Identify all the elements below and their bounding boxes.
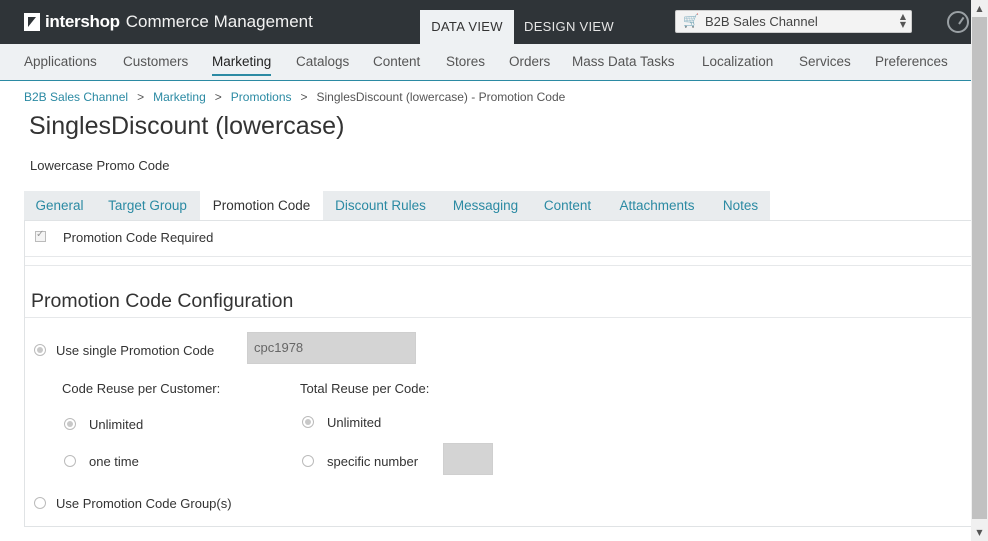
single-code-input[interactable]: cpc1978 <box>247 332 416 364</box>
vertical-scrollbar[interactable]: ▲ ▼ <box>971 0 988 541</box>
tab-design-view[interactable]: DESIGN VIEW <box>514 10 624 44</box>
single-code-label: Use single Promotion Code <box>56 343 215 358</box>
nav-item-mass-data-tasks[interactable]: Mass Data Tasks <box>572 44 675 80</box>
tab-notes[interactable]: Notes <box>712 191 769 221</box>
tab-promotion-code[interactable]: Promotion Code <box>200 191 323 222</box>
customer-one-time-label: one time <box>89 454 139 469</box>
divider <box>25 256 971 257</box>
nav-item-services[interactable]: Services <box>799 44 851 80</box>
total-specific-number-radio[interactable] <box>302 455 314 467</box>
tab-content[interactable]: Content <box>533 191 602 221</box>
nav-item-marketing[interactable]: Marketing <box>212 44 272 80</box>
nav-item-localization[interactable]: Localization <box>702 44 773 80</box>
app-logo[interactable]: intershop Commerce Management <box>24 12 313 32</box>
nav-divider <box>0 80 971 81</box>
breadcrumb-marketing[interactable]: Marketing <box>153 90 206 104</box>
intershop-logo-icon <box>24 13 40 31</box>
breadcrumb: B2B Sales Channel > Marketing > Promotions > S… <box>24 90 565 104</box>
breadcrumb-promotions[interactable]: Promotions <box>231 90 292 104</box>
scroll-up-arrow-icon[interactable]: ▲ <box>971 0 988 17</box>
single-code-radio[interactable] <box>34 344 46 356</box>
nav-item-stores[interactable]: Stores <box>446 44 485 80</box>
breadcrumb-current: SinglesDiscount (lowercase) - Promotion … <box>316 90 566 104</box>
nav-item-orders[interactable]: Orders <box>509 44 550 80</box>
section-title: Promotion Code Configuration <box>31 290 294 312</box>
total-unlimited-radio[interactable] <box>302 416 314 428</box>
promotion-code-required-checkbox[interactable] <box>35 229 46 242</box>
cart-icon: 🛒 <box>683 14 700 29</box>
tab-data-view[interactable]: DATA VIEW <box>420 10 514 44</box>
scrollbar-thumb[interactable] <box>972 17 987 519</box>
promotion-code-required-label: Promotion Code Required <box>63 230 214 245</box>
customer-unlimited-radio[interactable] <box>64 418 76 430</box>
page-subtitle: Lowercase Promo Code <box>30 158 170 173</box>
nav-item-preferences[interactable]: Preferences <box>875 44 948 80</box>
specific-number-input[interactable] <box>443 443 493 475</box>
detail-tabs: General Target Group Promotion Code Disc… <box>24 191 770 222</box>
nav-item-catalogs[interactable]: Catalogs <box>296 44 349 80</box>
channel-select[interactable]: 🛒 B2B Sales Channel ▲ ▼ <box>675 10 912 33</box>
divider <box>25 265 971 266</box>
select-arrows-icon: ▲ ▼ <box>899 12 906 29</box>
breadcrumb-separator: > <box>137 90 145 104</box>
code-group-radio[interactable] <box>34 497 46 509</box>
breadcrumb-separator: > <box>214 90 222 104</box>
tab-attachments[interactable]: Attachments <box>602 191 712 221</box>
tab-target-group[interactable]: Target Group <box>95 191 200 221</box>
scroll-down-arrow-icon[interactable]: ▼ <box>971 524 988 541</box>
breadcrumb-channel[interactable]: B2B Sales Channel <box>24 90 128 104</box>
customer-one-time-radio[interactable] <box>64 455 76 467</box>
channel-select-value: B2B Sales Channel <box>705 14 818 29</box>
tab-messaging[interactable]: Messaging <box>438 191 533 221</box>
tab-general[interactable]: General <box>24 191 95 221</box>
nav-item-customers[interactable]: Customers <box>123 44 188 80</box>
breadcrumb-separator: > <box>300 90 308 104</box>
page-title: SinglesDiscount (lowercase) <box>29 112 345 140</box>
brand-name: intershop <box>45 12 120 31</box>
reuse-per-customer-label: Code Reuse per Customer: <box>62 381 221 396</box>
product-name: Commerce Management <box>125 12 313 31</box>
promotion-code-panel <box>24 221 971 527</box>
nav-item-applications[interactable]: Applications <box>24 44 97 80</box>
total-reuse-label: Total Reuse per Code: <box>300 381 430 396</box>
nav-item-content[interactable]: Content <box>373 44 420 80</box>
total-specific-number-label: specific number <box>327 454 419 469</box>
customer-unlimited-label: Unlimited <box>89 417 144 432</box>
dashboard-gauge-icon[interactable] <box>947 11 969 33</box>
code-group-label: Use Promotion Code Group(s) <box>56 496 232 511</box>
top-bar: intershop Commerce Management DATA VIEW … <box>0 0 988 44</box>
divider <box>25 317 971 318</box>
total-unlimited-label: Unlimited <box>327 415 382 430</box>
main-nav: Applications Customers Marketing Catalog… <box>0 44 971 81</box>
tab-discount-rules[interactable]: Discount Rules <box>323 191 438 221</box>
